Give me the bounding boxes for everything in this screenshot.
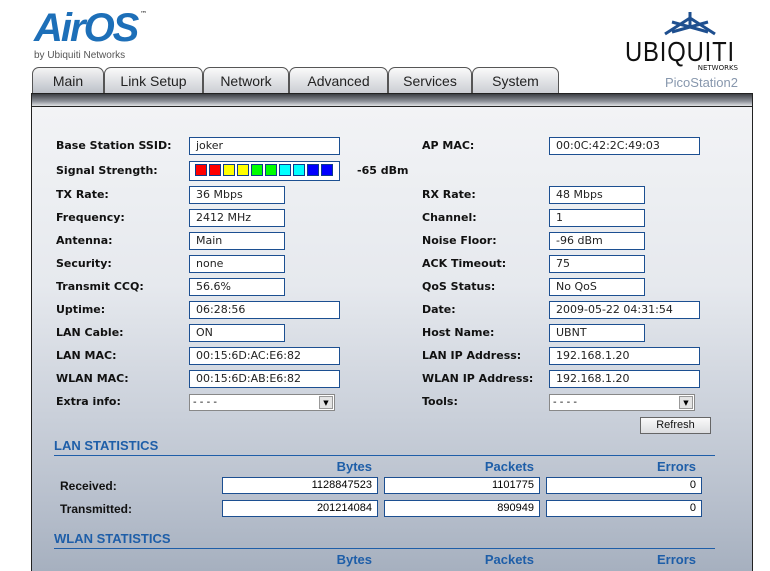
field-value: UBNT bbox=[549, 324, 645, 342]
logo-byline: by Ubiquiti Networks bbox=[34, 50, 126, 61]
field-label: Transmit CCQ: bbox=[56, 280, 144, 293]
tab-main[interactable]: Main bbox=[32, 67, 104, 95]
signal-bar bbox=[237, 164, 249, 176]
field-label: LAN IP Address: bbox=[422, 349, 522, 362]
wlan-col-bytes: Bytes bbox=[336, 552, 372, 567]
tools-select[interactable]: - - - - ▼ bbox=[549, 394, 695, 411]
signal-bar bbox=[195, 164, 207, 176]
signal-bar bbox=[279, 164, 291, 176]
field-value: 75 bbox=[549, 255, 645, 273]
airos-logo: AirOS ™ by Ubiquiti Networks bbox=[34, 6, 164, 61]
logo-tm: ™ bbox=[140, 10, 147, 18]
field-value: 2412 MHz bbox=[189, 209, 285, 227]
transmitted-errors: 0 bbox=[546, 500, 702, 517]
field-label: ACK Timeout: bbox=[422, 257, 507, 270]
signal-bar bbox=[209, 164, 221, 176]
panel-header-bar bbox=[31, 93, 753, 107]
field-label: Extra info: bbox=[56, 395, 121, 408]
field-label: Noise Floor: bbox=[422, 234, 497, 247]
wlan-col-packets: Packets bbox=[484, 552, 534, 567]
tab-advanced[interactable]: Advanced bbox=[289, 67, 388, 94]
chevron-down-icon[interactable]: ▼ bbox=[319, 396, 333, 409]
field-label: Signal Strength: bbox=[56, 164, 158, 177]
field-label: WLAN MAC: bbox=[56, 372, 129, 385]
lan-col-errors: Errors bbox=[656, 459, 696, 474]
field-value: none bbox=[189, 255, 285, 273]
extra-info-select[interactable]: - - - - ▼ bbox=[189, 394, 335, 411]
field-value: ON bbox=[189, 324, 285, 342]
field-value: 2009-05-22 04:31:54 bbox=[549, 301, 700, 319]
field-label: LAN MAC: bbox=[56, 349, 117, 362]
logo-text: AirOS bbox=[34, 6, 139, 50]
field-label: Host Name: bbox=[422, 326, 495, 339]
field-value: No QoS bbox=[549, 278, 645, 296]
field-value: 00:0C:42:2C:49:03 bbox=[549, 137, 700, 155]
tab-network[interactable]: Network bbox=[203, 67, 289, 94]
signal-dbm: -65 dBm bbox=[357, 164, 409, 177]
tab-system[interactable]: System bbox=[472, 67, 559, 94]
signal-bar bbox=[223, 164, 235, 176]
field-value: 00:15:6D:AC:E6:82 bbox=[189, 347, 340, 365]
received-bytes: 1128847523 bbox=[222, 477, 378, 494]
field-label: Antenna: bbox=[56, 234, 113, 247]
field-label: LAN Cable: bbox=[56, 326, 124, 339]
field-label: WLAN IP Address: bbox=[422, 372, 534, 385]
transmitted-packets: 890949 bbox=[384, 500, 540, 517]
field-value: 56.6% bbox=[189, 278, 285, 296]
field-label: TX Rate: bbox=[56, 188, 109, 201]
field-label: QoS Status: bbox=[422, 280, 496, 293]
field-label: Channel: bbox=[422, 211, 477, 224]
signal-bar bbox=[265, 164, 277, 176]
field-value: Main bbox=[189, 232, 285, 250]
field-value: 192.168.1.20 bbox=[549, 347, 700, 365]
field-value: 192.168.1.20 bbox=[549, 370, 700, 388]
brand-sub: NETWORKS bbox=[697, 64, 738, 72]
field-value: 00:15:6D:AB:E6:82 bbox=[189, 370, 340, 388]
field-label: RX Rate: bbox=[422, 188, 476, 201]
lan-statistics-title: LAN STATISTICS bbox=[54, 438, 715, 456]
field-label: Uptime: bbox=[56, 303, 106, 316]
signal-bar bbox=[293, 164, 305, 176]
field-label: AP MAC: bbox=[422, 139, 475, 152]
select-value: - - - - bbox=[193, 397, 217, 408]
received-label: Received: bbox=[60, 479, 117, 493]
tab-link-setup[interactable]: Link Setup bbox=[104, 67, 203, 94]
field-value: 48 Mbps bbox=[549, 186, 645, 204]
select-value: - - - - bbox=[553, 397, 577, 408]
signal-bar bbox=[307, 164, 319, 176]
field-value: 06:28:56 bbox=[189, 301, 340, 319]
signal-bar bbox=[251, 164, 263, 176]
received-errors: 0 bbox=[546, 477, 702, 494]
wlan-statistics-title: WLAN STATISTICS bbox=[54, 531, 715, 549]
transmitted-label: Transmitted: bbox=[60, 502, 133, 516]
ubiquiti-logo: UBIQUITI NETWORKS bbox=[625, 12, 740, 72]
field-value: 1 bbox=[549, 209, 645, 227]
lan-col-bytes: Bytes bbox=[336, 459, 372, 474]
refresh-button[interactable]: Refresh bbox=[640, 417, 711, 434]
field-value: 36 Mbps bbox=[189, 186, 285, 204]
wlan-col-errors: Errors bbox=[656, 552, 696, 567]
field-value: joker bbox=[189, 137, 340, 155]
field-label: Tools: bbox=[422, 395, 458, 408]
field-label: Base Station SSID: bbox=[56, 139, 172, 152]
received-packets: 1101775 bbox=[384, 477, 540, 494]
device-model: PicoStation2 bbox=[665, 75, 738, 90]
field-label: Security: bbox=[56, 257, 112, 270]
tab-services[interactable]: Services bbox=[388, 67, 472, 94]
chevron-down-icon[interactable]: ▼ bbox=[679, 396, 693, 409]
field-label: Date: bbox=[422, 303, 456, 316]
field-label: Frequency: bbox=[56, 211, 125, 224]
signal-strength-meter bbox=[189, 161, 340, 181]
signal-bar bbox=[321, 164, 333, 176]
field-value: -96 dBm bbox=[549, 232, 645, 250]
transmitted-bytes: 201214084 bbox=[222, 500, 378, 517]
lan-col-packets: Packets bbox=[484, 459, 534, 474]
